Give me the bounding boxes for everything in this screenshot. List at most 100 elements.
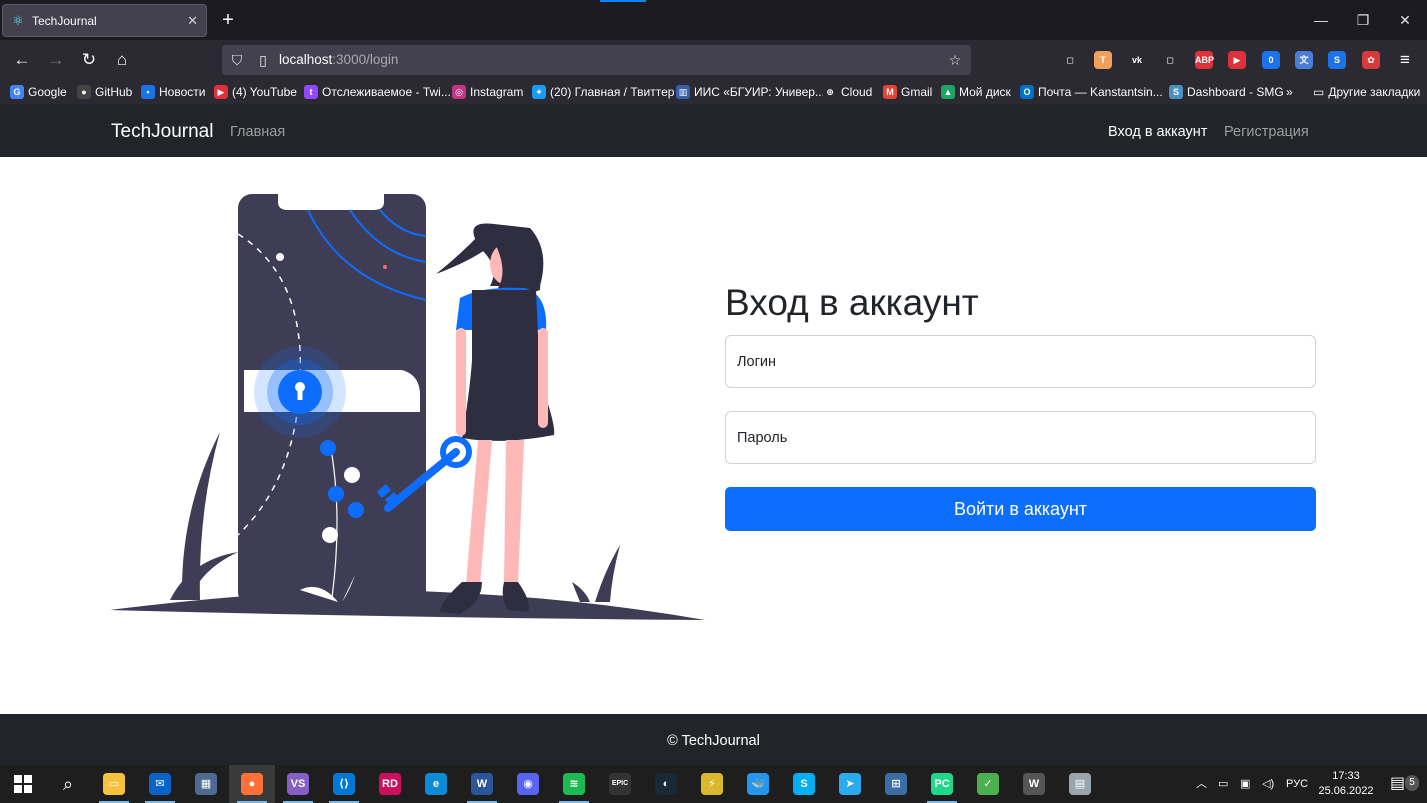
taskbar-app-edge[interactable]: e: [413, 765, 459, 803]
network-icon[interactable]: ▣: [1240, 765, 1250, 803]
pocket-icon[interactable]: ◻: [1061, 51, 1079, 69]
taskbar-app-calculator[interactable]: ▦: [183, 765, 229, 803]
notification-count: 5: [1405, 775, 1419, 791]
language-indicator[interactable]: РУС: [1286, 765, 1308, 803]
twitter-icon: ✦: [532, 85, 546, 99]
other-bookmarks-label: Другие закладки: [1328, 85, 1421, 99]
dot-white: [276, 253, 284, 261]
windows-logo-icon: [14, 775, 32, 793]
twitch-icon: t: [304, 85, 318, 99]
flower-dot-5: [322, 527, 338, 543]
login-submit-button[interactable]: Войти в аккаунт: [725, 487, 1316, 531]
extension-t-icon[interactable]: T: [1094, 51, 1112, 69]
restore-button[interactable]: ❐: [1348, 8, 1378, 32]
youtube-ext-icon[interactable]: ▶: [1228, 51, 1246, 69]
flower-dot-2: [344, 467, 360, 483]
bookmark-bsuir[interactable]: ▥ ИИС «БГУИР: Универ...: [676, 83, 825, 101]
forward-button[interactable]: →: [44, 48, 68, 72]
taskbar-app-rider[interactable]: RD: [367, 765, 413, 803]
taskbar-app-visual-studio[interactable]: VS: [275, 765, 321, 803]
bookmark-smg[interactable]: S Dashboard - SMG: [1169, 83, 1284, 101]
taskbar-app-firefox[interactable]: ●: [229, 765, 275, 803]
bookmark-label: GitHub: [95, 85, 133, 99]
password-field[interactable]: [725, 411, 1316, 464]
close-window-button[interactable]: ✕: [1390, 8, 1420, 32]
taskbar-app-telegram[interactable]: ➤: [827, 765, 873, 803]
taskbar-app-explorer[interactable]: ▭: [91, 765, 137, 803]
github-icon: ●: [77, 85, 91, 99]
taskbar-app-discord[interactable]: ◉: [505, 765, 551, 803]
taskbar-app-word[interactable]: W: [459, 765, 505, 803]
bookmark-twitch[interactable]: t Отслеживаемое - Twi...: [304, 83, 451, 101]
taskbar-app-skype[interactable]: S: [781, 765, 827, 803]
taskbar-app-wordpress[interactable]: W: [1011, 765, 1057, 803]
back-button[interactable]: ←: [10, 48, 34, 72]
taskbar-app-sql-server[interactable]: ⊞: [873, 765, 919, 803]
taskbar-app-mail[interactable]: ✉: [137, 765, 183, 803]
taskbar-app-ticktick[interactable]: ✓: [965, 765, 1011, 803]
new-tab-button[interactable]: +: [218, 8, 238, 32]
password-input[interactable]: [726, 412, 1315, 463]
bookmark-globe[interactable]: ⊕ Cloud: [823, 83, 872, 101]
login-input[interactable]: [726, 336, 1315, 387]
site-footer: © TechJournal: [0, 714, 1427, 765]
tracking-shield-icon[interactable]: ⛉: [225, 48, 249, 72]
site-navbar: TechJournal Главная Вход в аккаунт Регис…: [0, 104, 1427, 157]
nav-register-link[interactable]: Регистрация: [1224, 124, 1309, 140]
bookmark-twitter[interactable]: ✦ (20) Главная / Твиттер: [532, 83, 674, 101]
taskbar-app-database[interactable]: ▤: [1057, 765, 1103, 803]
start-button[interactable]: [0, 765, 46, 803]
url-text[interactable]: localhost:3000/login: [279, 52, 398, 67]
bookmark-star-icon[interactable]: ☆: [943, 48, 967, 72]
minimize-button[interactable]: —: [1306, 8, 1336, 32]
site-brand-link[interactable]: TechJournal: [111, 121, 213, 143]
bookmark-google[interactable]: G Google: [10, 83, 67, 101]
s-extension-icon[interactable]: S: [1328, 51, 1346, 69]
bookmark-instagram[interactable]: ◎ Instagram: [452, 83, 523, 101]
wordpress-icon: W: [1023, 773, 1045, 795]
reload-button[interactable]: ↻: [77, 48, 101, 72]
more-bookmarks-icon[interactable]: »: [1286, 83, 1293, 101]
taskbar-app-vpn[interactable]: ⚡: [689, 765, 735, 803]
flower-dot-1: [320, 440, 336, 456]
bookmark-outlook[interactable]: O Почта — Kanstantsin...: [1020, 83, 1163, 101]
taskbar-app-epic-games[interactable]: EPIC: [597, 765, 643, 803]
nav-home-link[interactable]: Главная: [230, 124, 285, 140]
login-field[interactable]: [725, 335, 1316, 388]
home-button[interactable]: ⌂: [110, 48, 134, 72]
google-drive-icon: ▲: [941, 85, 955, 99]
taskbar-app-steam[interactable]: ◐: [643, 765, 689, 803]
bookmark-gmail[interactable]: M Gmail: [883, 83, 932, 101]
tray-chevron-icon[interactable]: ︿: [1196, 765, 1207, 803]
reader-icon[interactable]: ◻: [1161, 51, 1179, 69]
battery-icon[interactable]: ▭: [1218, 765, 1228, 803]
taskbar-app-spotify[interactable]: ≋: [551, 765, 597, 803]
gift-extension-icon[interactable]: ✿: [1362, 51, 1380, 69]
nav-login-link[interactable]: Вход в аккаунт: [1108, 124, 1207, 140]
volume-icon[interactable]: ◁): [1262, 765, 1274, 803]
taskbar-app-vscode[interactable]: ⟨⟩: [321, 765, 367, 803]
page-info-icon[interactable]: ▯: [251, 48, 275, 72]
mail-icon: ✉: [149, 773, 171, 795]
close-tab-icon[interactable]: ✕: [187, 13, 198, 29]
menu-icon[interactable]: ≡: [1393, 48, 1417, 72]
bookmark-youtube[interactable]: ▶ (4) YouTube: [214, 83, 297, 101]
bookmark-github[interactable]: ● GitHub: [77, 83, 132, 101]
address-bar[interactable]: ⛉ ▯ localhost:3000/login ☆: [222, 45, 971, 75]
search-button[interactable]: ⌕: [45, 765, 91, 803]
taskbar-app-pycharm[interactable]: PC: [919, 765, 965, 803]
clock[interactable]: 17:33 25.06.2022: [1314, 769, 1378, 799]
bookmark-news[interactable]: ▪ Новости: [141, 83, 205, 101]
translate-icon[interactable]: 文: [1295, 51, 1313, 69]
notifications-icon[interactable]: ▤: [1390, 765, 1405, 803]
taskbar-app-docker[interactable]: 🐳: [735, 765, 781, 803]
adblock-icon[interactable]: ABP: [1195, 51, 1214, 69]
bookmark-google-drive[interactable]: ▲ Мой диск: [941, 83, 1011, 101]
clock-date: 25.06.2022: [1318, 785, 1374, 797]
ticktick-icon: ✓: [977, 773, 999, 795]
other-bookmarks-folder[interactable]: ▭ Другие закладки: [1313, 83, 1420, 101]
steam-icon: ◐: [655, 773, 677, 795]
tab-techjournal[interactable]: ⚛ TechJournal ✕: [2, 4, 207, 37]
vk-icon[interactable]: vk: [1128, 51, 1146, 69]
badge-extension-icon[interactable]: 0: [1262, 51, 1280, 69]
